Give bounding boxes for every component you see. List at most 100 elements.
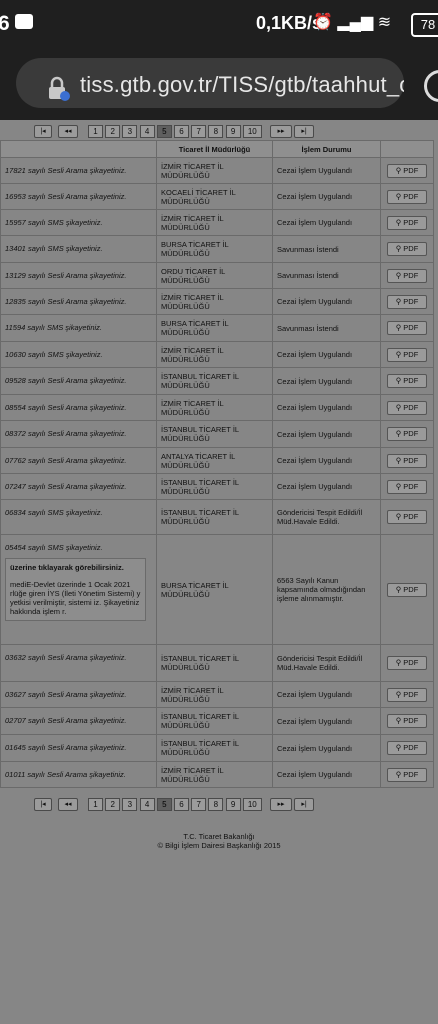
previous-page-button[interactable]: ◂◂ <box>58 798 78 811</box>
office-cell: İSTANBUL TİCARET İL MÜDÜRLÜĞÜ <box>156 473 273 500</box>
complaint-text: 05454 sayılı SMS şikayetiniz. <box>5 543 103 552</box>
status-cell: Cezai İşlem Uygulandı <box>272 734 381 762</box>
pdf-button[interactable]: ⚲ PDF <box>387 242 427 256</box>
pdf-button[interactable]: ⚲ PDF <box>387 427 427 441</box>
page-6-button[interactable]: 6 <box>174 798 189 811</box>
pdf-button[interactable]: ⚲ PDF <box>387 189 427 204</box>
message-icon <box>15 14 33 29</box>
page-2-button[interactable]: 2 <box>105 798 121 811</box>
page-9-button[interactable]: 9 <box>225 798 241 811</box>
last-page-button[interactable]: ▸| <box>294 798 314 811</box>
url-text[interactable]: tiss.gtb.gov.tr/TISS/gtb/taahhut_oauth <box>80 72 404 98</box>
pager-bottom: |◂ ◂◂ 1 2 3 4 5 6 7 8 9 10 ▸▸ ▸| <box>0 795 438 815</box>
office-cell: ORDU TİCARET İL MÜDÜRLÜĞÜ <box>156 262 273 289</box>
pdf-label: PDF <box>403 769 419 779</box>
status-time-fragment: 6 <box>0 12 10 35</box>
pdf-label: PDF <box>403 455 419 465</box>
tabs-icon[interactable] <box>424 70 438 102</box>
pdf-button[interactable]: ⚲ PDF <box>387 479 427 494</box>
office-cell: İSTANBUL TİCARET İL MÜDÜRLÜĞÜ <box>156 499 273 535</box>
document-cell: ⚲ PDF <box>380 288 434 315</box>
last-page-button[interactable]: ▸| <box>294 125 314 138</box>
page-10-button[interactable]: 10 <box>242 798 262 811</box>
pdf-label: PDF <box>403 165 419 175</box>
address-bar[interactable]: tiss.gtb.gov.tr/TISS/gtb/taahhut_oauth <box>16 58 404 108</box>
complaint-cell: 11594 sayılı SMS şikayetiniz. <box>0 314 157 342</box>
status-cell: Göndericisi Tespit Edildi/İl Müd.Havale … <box>272 644 381 682</box>
page-2-button[interactable]: 2 <box>105 125 121 138</box>
pdf-button[interactable]: ⚲ PDF <box>387 347 427 362</box>
document-cell: ⚲ PDF <box>380 394 434 421</box>
pdf-button[interactable]: ⚲ PDF <box>387 687 427 702</box>
document-cell: ⚲ PDF <box>380 644 434 682</box>
status-cell: Cezai İşlem Uygulandı <box>272 157 381 184</box>
next-page-button[interactable]: ▸▸ <box>270 798 292 811</box>
first-page-button[interactable]: |◂ <box>34 798 52 811</box>
page-3-button[interactable]: 3 <box>122 798 138 811</box>
page-6-button[interactable]: 6 <box>174 125 189 138</box>
complaint-cell: 12835 sayılı Sesli Arama şikayetiniz. <box>0 288 157 315</box>
document-cell: ⚲ PDF <box>380 183 434 210</box>
pdf-button[interactable]: ⚲ PDF <box>387 453 427 468</box>
page-4-button[interactable]: 4 <box>139 798 155 811</box>
pdf-label: PDF <box>403 429 419 438</box>
status-cell: Cezai İşlem Uygulandı <box>272 473 381 500</box>
page-9-button[interactable]: 9 <box>225 125 241 138</box>
first-page-button[interactable]: |◂ <box>34 125 52 138</box>
office-cell: İZMİR TİCARET İL MÜDÜRLÜĞÜ <box>156 681 273 708</box>
page-5-button[interactable]: 5 <box>156 798 172 811</box>
pdf-label: PDF <box>403 376 419 385</box>
footer-ministry: T.C. Ticaret Bakanlığı <box>183 832 255 841</box>
page-8-button[interactable]: 8 <box>208 125 224 138</box>
page-5-button[interactable]: 5 <box>156 125 172 138</box>
complaint-cell: 07762 sayılı Sesli Arama şikayetiniz. <box>0 447 157 474</box>
pdf-button[interactable]: ⚲ PDF <box>387 582 427 597</box>
pdf-button[interactable]: ⚲ PDF <box>387 656 427 670</box>
complaint-cell: 03632 sayılı Sesli Arama şikayetiniz. <box>0 644 157 682</box>
document-cell: ⚲ PDF <box>380 420 434 448</box>
office-cell: İSTANBUL TİCARET İL MÜDÜRLÜĞÜ <box>156 734 273 762</box>
complaint-text: 12835 sayılı Sesli Arama şikayetiniz. <box>5 297 127 306</box>
page-10-button[interactable]: 10 <box>242 125 262 138</box>
page-4-button[interactable]: 4 <box>139 125 155 138</box>
page-3-button[interactable]: 3 <box>122 125 138 138</box>
page-8-button[interactable]: 8 <box>208 798 224 811</box>
pdf-button[interactable]: ⚲ PDF <box>387 741 427 755</box>
complaint-text: 03627 sayılı Sesli Arama şikayetiniz. <box>5 690 127 699</box>
status-cell: Cezai İşlem Uygulandı <box>272 761 381 788</box>
table-row: 03627 sayılı Sesli Arama şikayetiniz. İZM… <box>0 681 434 708</box>
page-1-button[interactable]: 1 <box>88 125 103 138</box>
table-row: 02707 sayılı Sesli Arama şikayetiniz. İST… <box>0 707 434 735</box>
pdf-button[interactable]: ⚲ PDF <box>387 714 427 728</box>
complaints-table: Ticaret İl Müdürlüğü İşlem Durumu 17821 … <box>0 140 434 788</box>
status-cell: Cezai İşlem Uygulandı <box>272 288 381 315</box>
document-cell: ⚲ PDF <box>380 341 434 368</box>
office-cell: BURSA TİCARET İL MÜDÜRLÜĞÜ <box>156 235 273 263</box>
previous-page-button[interactable]: ◂◂ <box>58 125 78 138</box>
pdf-button[interactable]: ⚲ PDF <box>387 163 427 178</box>
site-info-icon[interactable] <box>46 76 72 102</box>
footer-copyright: © Bilgi İşlem Dairesi Başkanlığı 2015 <box>157 841 281 850</box>
document-cell: ⚲ PDF <box>380 447 434 474</box>
status-cell: Savunması İstendi <box>272 235 381 263</box>
office-cell: İZMİR TİCARET İL MÜDÜRLÜĞÜ <box>156 209 273 236</box>
table-row: 16953 sayılı Sesli Arama şikayetiniz. KOC… <box>0 183 434 210</box>
document-cell: ⚲ PDF <box>380 681 434 708</box>
pdf-button[interactable]: ⚲ PDF <box>387 767 427 782</box>
next-page-button[interactable]: ▸▸ <box>270 125 292 138</box>
page-1-button[interactable]: 1 <box>88 798 103 811</box>
pdf-label: PDF <box>403 716 419 725</box>
pdf-button[interactable]: ⚲ PDF <box>387 215 427 230</box>
pdf-button[interactable]: ⚲ PDF <box>387 268 427 283</box>
page-7-button[interactable]: 7 <box>191 125 207 138</box>
complaint-text: 02707 sayılı Sesli Arama şikayetiniz. <box>5 716 127 725</box>
pdf-button[interactable]: ⚲ PDF <box>387 400 427 415</box>
table-row: 10630 sayılı SMS şikayetiniz. İZMİR TİCAR… <box>0 341 434 368</box>
page-7-button[interactable]: 7 <box>191 798 207 811</box>
pdf-button[interactable]: ⚲ PDF <box>387 294 427 309</box>
info-popup-heading: üzerine tıklayarak görebilirsiniz. <box>10 563 124 572</box>
document-cell: ⚲ PDF <box>380 262 434 289</box>
pdf-button[interactable]: ⚲ PDF <box>387 374 427 388</box>
pdf-button[interactable]: ⚲ PDF <box>387 321 427 335</box>
pdf-button[interactable]: ⚲ PDF <box>387 510 427 524</box>
